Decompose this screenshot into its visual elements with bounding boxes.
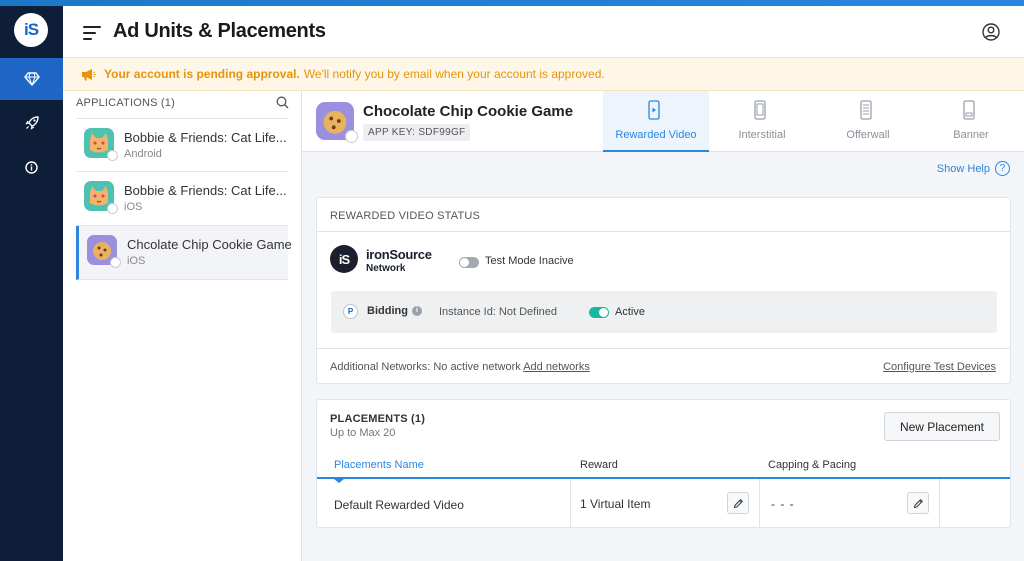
pending-approval-banner: Your account is pending approval. We'll … — [63, 58, 1024, 91]
app-name: Chcolate Chip Cookie Game — [127, 237, 292, 252]
rewarded-video-status-card: REWARDED VIDEO STATUS iS ironSource Netw… — [316, 197, 1011, 384]
page-title: Ad Units & Placements — [113, 20, 326, 42]
app-platform: iOS — [124, 201, 143, 213]
reward-cell: 1 Virtual Item — [580, 497, 651, 511]
apple-icon — [107, 203, 118, 214]
info-icon[interactable]: i — [412, 306, 422, 316]
android-icon — [107, 150, 118, 161]
bidding-label: Bidding — [367, 305, 408, 317]
divider — [317, 231, 1010, 232]
tab-label: Rewarded Video — [615, 129, 697, 141]
banner-icon — [963, 100, 975, 120]
column-header-capping[interactable]: Capping & Pacing — [768, 459, 856, 471]
active-label: Active — [615, 306, 645, 318]
tab-offerwall[interactable]: Offerwall — [815, 91, 921, 152]
test-mode-label: Test Mode Inacive — [485, 255, 574, 267]
pencil-icon — [913, 498, 923, 508]
banner-message-text: We'll notify you by email when your acco… — [303, 67, 605, 81]
bidding-network-icon: P — [343, 304, 358, 319]
placement-name-cell: Default Rewarded Video — [334, 498, 464, 512]
sidebar: iS — [0, 6, 63, 561]
interstitial-icon — [754, 100, 766, 120]
sidebar-item-launch[interactable] — [0, 102, 63, 144]
header-underline — [317, 477, 1010, 479]
ironsource-logo[interactable]: iS — [14, 13, 48, 47]
search-icon[interactable] — [276, 96, 289, 109]
column-header-reward[interactable]: Reward — [580, 459, 618, 471]
info-icon — [25, 160, 38, 174]
show-help-label: Show Help — [936, 162, 990, 175]
app-header-bar: Ad Units & Placements — [63, 6, 1024, 58]
configure-test-devices-link[interactable]: Configure Test Devices — [883, 361, 996, 373]
diamond-icon — [23, 72, 40, 86]
column-divider — [759, 479, 760, 528]
add-networks-link[interactable]: Add networks — [523, 361, 590, 373]
apple-icon — [110, 257, 121, 268]
column-header-name[interactable]: Placements Name — [334, 459, 424, 471]
app-list-item[interactable]: Bobbie & Friends: Cat Life... Android — [76, 118, 288, 172]
tab-rewarded-video[interactable]: Rewarded Video — [603, 91, 709, 152]
main-content: Chocolate Chip Cookie Game APP KEY: SDF9… — [302, 91, 1024, 561]
show-help-link[interactable]: Show Help ? — [937, 161, 1010, 176]
placements-title: PLACEMENTS (1) — [330, 413, 426, 425]
megaphone-icon — [82, 68, 96, 80]
instance-id-text: Instance Id: Not Defined — [439, 306, 558, 318]
app-name: Bobbie & Friends: Cat Life... — [124, 130, 287, 145]
menu-icon[interactable] — [83, 25, 101, 41]
tab-label: Offerwall — [846, 129, 890, 141]
capping-cell: - - - — [771, 497, 795, 511]
edit-reward-button[interactable] — [727, 492, 749, 514]
app-key-badge: APP KEY: SDF99GF — [363, 124, 471, 141]
new-placement-button[interactable]: New Placement — [884, 412, 1000, 441]
applications-panel: APPLICATIONS (1) Bobbie & Friends: Cat L… — [63, 91, 302, 561]
additional-networks-label: Additional Networks: No active network — [330, 361, 521, 373]
status-card-title: REWARDED VIDEO STATUS — [330, 210, 481, 222]
selected-app-name: Chocolate Chip Cookie Game — [363, 103, 574, 120]
network-name: ironSource — [366, 247, 432, 262]
applications-header: APPLICATIONS (1) — [76, 97, 175, 109]
sidebar-item-info[interactable] — [0, 146, 63, 188]
app-name: Bobbie & Friends: Cat Life... — [124, 183, 287, 198]
network-sub-label: Network — [366, 263, 406, 274]
tab-interstitial[interactable]: Interstitial — [709, 91, 815, 152]
ironsource-network-logo: iS — [330, 245, 358, 273]
selected-app-header: Chocolate Chip Cookie Game APP KEY: SDF9… — [302, 91, 1024, 152]
pencil-icon — [733, 498, 743, 508]
app-platform: iOS — [127, 255, 146, 267]
placements-subtitle: Up to Max 20 — [330, 427, 396, 439]
app-list-item[interactable]: Bobbie & Friends: Cat Life... iOS — [76, 172, 288, 226]
tab-label: Banner — [953, 129, 989, 141]
bidding-active-toggle[interactable] — [589, 307, 609, 318]
divider — [317, 348, 1010, 349]
bidding-row: P Bidding i Instance Id: Not Defined Act… — [331, 291, 997, 333]
sidebar-item-monetize[interactable] — [0, 58, 63, 100]
rewarded-video-icon — [648, 100, 660, 120]
additional-networks-text: Additional Networks: No active network A… — [330, 361, 590, 373]
help-icon: ? — [995, 161, 1010, 176]
user-account-icon[interactable] — [982, 23, 1000, 41]
column-divider — [939, 479, 940, 528]
tab-banner[interactable]: Banner — [918, 91, 1024, 152]
column-divider — [570, 479, 571, 528]
edit-capping-button[interactable] — [907, 492, 929, 514]
rocket-icon — [24, 116, 39, 130]
sort-caret-icon — [334, 479, 344, 483]
tab-label: Interstitial — [738, 129, 786, 141]
app-list-item-selected[interactable]: Chcolate Chip Cookie Game iOS — [76, 226, 292, 280]
offerwall-icon — [860, 100, 872, 120]
app-platform: Android — [124, 148, 162, 160]
test-mode-toggle[interactable] — [459, 257, 479, 268]
banner-strong-text: Your account is pending approval. — [104, 67, 300, 81]
apple-icon — [345, 130, 358, 143]
placements-card: PLACEMENTS (1) Up to Max 20 New Placemen… — [316, 399, 1011, 528]
